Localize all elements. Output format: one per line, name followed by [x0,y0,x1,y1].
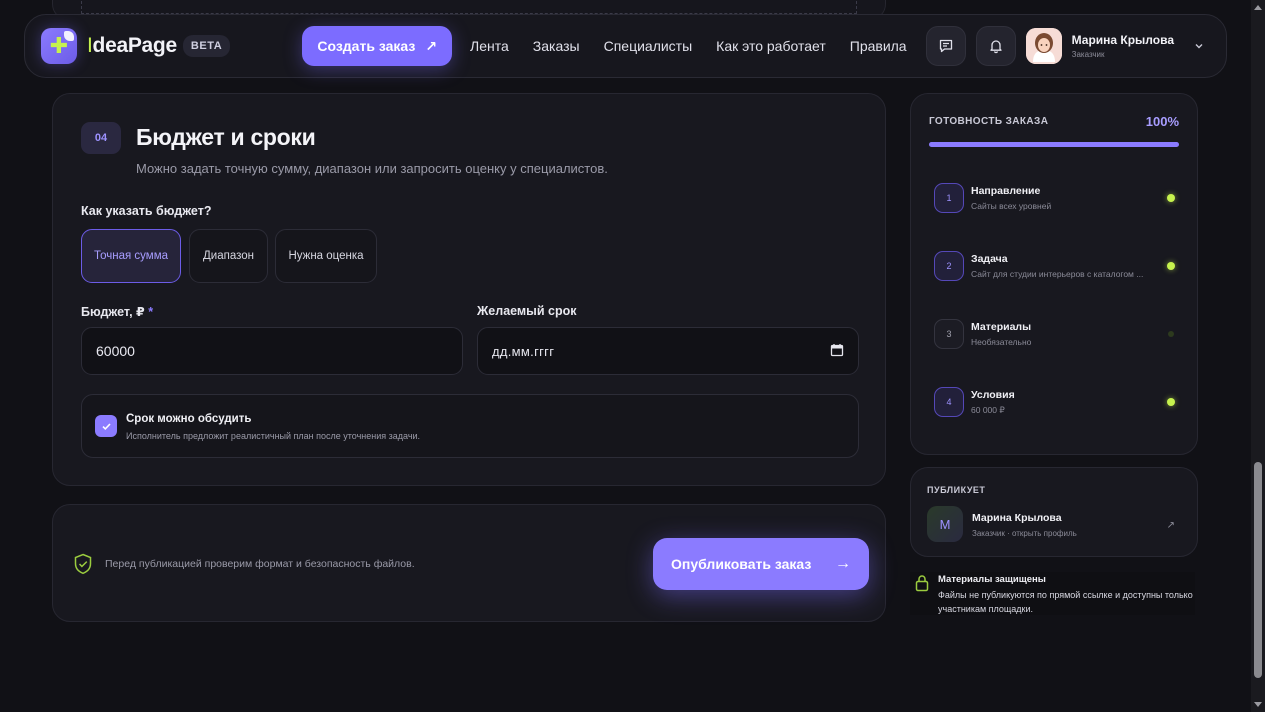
security-title: Материалы защищены [938,574,1046,585]
user-role: Заказчик [1071,50,1105,59]
avatar-illustration [1025,28,1062,64]
step-name: Задача [971,253,1008,265]
step-number: 1 [934,183,964,213]
readiness-percent: 100% [1145,114,1179,129]
nav-link-feed[interactable]: Лента [470,38,509,54]
main-nav: Лента Заказы Специалисты Как это работае… [470,38,907,54]
readiness-title: ГОТОВНОСТЬ ЗАКАЗА [929,116,1049,127]
required-mark: * [148,305,154,319]
publisher-avatar[interactable]: М [927,506,963,542]
security-text: Файлы не публикуются по прямой ссылке и … [938,590,1193,614]
deadline-label: Желаемый срок [477,304,577,318]
shield-check-icon [74,553,92,575]
safety-note: Перед публикацией проверим формат и безо… [105,558,415,570]
page-scrollbar[interactable] [1251,0,1265,712]
negotiable-deadline-option[interactable]: Срок можно обсудить Исполнитель предложи… [81,394,859,458]
user-info[interactable]: Марина Крылова Заказчик [1072,33,1174,59]
section-subtitle: Можно задать точную сумму, диапазон или … [136,161,608,176]
materials-protected-note: Материалы защищены Файлы не публикуются … [910,572,1195,615]
readiness-step-task[interactable]: 2 Задача Сайт для студии интерьеров с ка… [934,251,1179,283]
logo-text[interactable]: IdeaPage [87,34,177,58]
deadline-placeholder: дд.мм.гггг [492,343,555,359]
option-estimate[interactable]: Нужна оценка [275,229,377,283]
checkmark-icon [101,422,111,430]
budget-section-card: 04 Бюджет и сроки Можно задать точную су… [52,93,886,486]
chevron-down-icon[interactable] [1194,41,1204,51]
negotiable-subtitle: Исполнитель предложит реалистичный план … [126,431,421,441]
nav-link-specialists[interactable]: Специалисты [604,38,693,54]
logo-icon[interactable]: ✚ [41,28,77,64]
chat-icon [939,39,952,53]
publisher-title: ПУБЛИКУЕТ [927,485,986,495]
status-dot-complete [1167,194,1175,202]
deadline-input[interactable]: дд.мм.гггг [477,327,859,375]
step-description: Сайты всех уровней [971,201,1052,211]
scrollbar-thumb[interactable] [1254,462,1262,678]
step-number: 2 [934,251,964,281]
budget-type-label: Как указать бюджет? [81,204,212,218]
nav-link-orders[interactable]: Заказы [533,38,580,54]
nav-link-how-it-works[interactable]: Как это работает [716,38,826,54]
create-order-label: Создать заказ [317,38,416,54]
status-dot-complete [1167,398,1175,406]
top-navigation-bar: ✚ IdeaPage BETA Создать заказ ↗ Лента За… [24,14,1227,78]
arrow-up-right-icon[interactable]: ↗ [1167,520,1175,531]
publish-card: Перед публикацией проверим формат и безо… [52,504,886,622]
status-dot-optional [1168,331,1174,337]
publisher-profile-link[interactable]: Заказчик · открыть профиль [972,529,1077,538]
order-readiness-card: ГОТОВНОСТЬ ЗАКАЗА 100% 1 Направление Сай… [910,93,1198,455]
step-description: Необязательно [971,337,1032,347]
negotiable-title: Срок можно обсудить [126,413,252,425]
readiness-step-materials[interactable]: 3 Материалы Необязательно [934,319,1179,351]
budget-input[interactable] [81,327,463,375]
step-name: Направление [971,185,1041,197]
notifications-button[interactable] [975,26,1016,66]
user-avatar[interactable] [1025,28,1062,64]
calendar-icon[interactable] [830,343,844,357]
scroll-down-arrow-icon[interactable] [1254,702,1262,707]
step-name: Материалы [971,321,1032,333]
step-number: 3 [934,319,964,349]
nav-link-rules[interactable]: Правила [850,38,907,54]
publish-label: Опубликовать заказ [671,556,812,572]
readiness-step-direction[interactable]: 1 Направление Сайты всех уровней [934,183,1179,215]
step-description: 60 000 ₽ [971,405,1005,415]
publisher-name[interactable]: Марина Крылова [972,512,1062,524]
negotiable-checkbox[interactable] [95,415,117,437]
bell-icon [989,40,1002,54]
budget-label: Бюджет, ₽ * [81,305,154,319]
create-order-button[interactable]: Создать заказ ↗ [302,26,453,66]
section-title: Бюджет и сроки [136,124,316,150]
lock-icon [915,575,929,592]
option-exact-amount[interactable]: Точная сумма [81,229,181,283]
header-actions: Марина Крылова Заказчик [925,26,1210,66]
step-number-badge: 04 [81,122,121,154]
scroll-up-arrow-icon[interactable] [1254,5,1262,10]
messages-button[interactable] [925,26,966,66]
step-description: Сайт для студии интерьеров с каталогом .… [971,269,1144,279]
status-dot-complete [1167,262,1175,270]
plus-icon: ✚ [49,33,69,58]
arrow-right-icon: → [835,555,851,572]
step-name: Условия [971,389,1015,401]
publish-order-button[interactable]: Опубликовать заказ → [653,538,869,590]
user-name: Марина Крылова [1071,33,1174,47]
publisher-card: ПУБЛИКУЕТ М Марина Крылова Заказчик · от… [910,467,1198,557]
readiness-progress-bar [929,142,1179,147]
beta-badge: BETA [182,35,231,57]
step-number: 4 [934,387,964,417]
readiness-step-terms[interactable]: 4 Условия 60 000 ₽ [934,387,1179,419]
option-range[interactable]: Диапазон [189,229,268,283]
arrow-up-right-icon: ↗ [425,37,438,54]
readiness-progress-fill [929,142,1179,147]
